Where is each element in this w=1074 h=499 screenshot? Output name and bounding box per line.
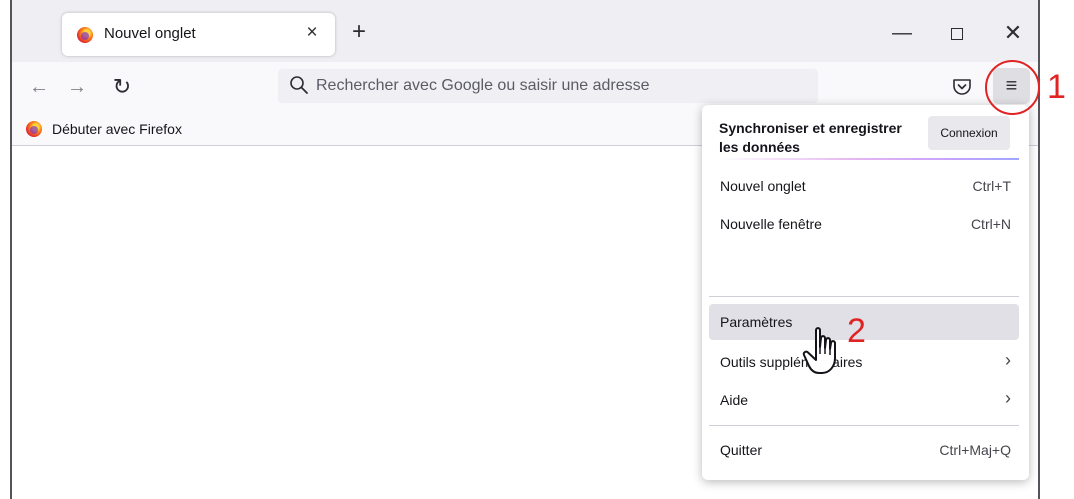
tab-strip: Nouvel onglet × + — ✕ <box>12 0 1038 62</box>
url-bar[interactable] <box>278 69 818 103</box>
annotation-step-1: 1 <box>1047 68 1066 106</box>
menu-separator <box>709 296 1019 297</box>
connect-button[interactable]: Connexion <box>928 116 1010 150</box>
bookmark-getting-started[interactable]: Débuter avec Firefox <box>52 121 182 137</box>
menu-separator <box>709 425 1019 426</box>
minimize-button[interactable]: — <box>888 19 916 47</box>
new-tab-button[interactable]: + <box>345 18 373 46</box>
chevron-right-icon: › <box>1005 388 1011 408</box>
menu-item-label: Nouvelle fenêtre <box>720 216 822 232</box>
chevron-right-icon: › <box>1005 350 1011 370</box>
tab-title: Nouvel onglet <box>104 25 196 42</box>
menu-item-quit[interactable]: Quitter Ctrl+Maj+Q <box>709 432 1019 468</box>
menu-item-help[interactable]: Aide › <box>709 382 1019 418</box>
menu-item-label: Quitter <box>720 442 763 458</box>
pocket-icon[interactable] <box>951 76 973 98</box>
maximize-button[interactable] <box>943 19 971 47</box>
firefox-logo-icon <box>77 27 93 43</box>
sync-title: Synchroniser et enregistrer les données <box>719 120 902 155</box>
sync-divider <box>719 158 1019 160</box>
hand-cursor-icon <box>802 327 836 374</box>
app-menu-panel: Synchroniser et enregistrer les données … <box>702 105 1029 480</box>
url-input[interactable] <box>316 69 806 103</box>
maximize-icon <box>951 27 963 40</box>
forward-button[interactable]: → <box>64 74 90 100</box>
menu-item-label: Aide <box>720 392 749 408</box>
firefox-logo-icon <box>26 121 42 137</box>
search-icon <box>290 76 308 94</box>
annotation-step-2: 2 <box>847 312 866 350</box>
back-button[interactable]: ← <box>26 74 52 100</box>
close-window-button[interactable]: ✕ <box>999 19 1027 47</box>
menu-item-label: Nouvel onglet <box>720 178 806 194</box>
menu-item-shortcut: Ctrl+N <box>970 216 1011 232</box>
menu-item-new-tab[interactable]: Nouvel onglet Ctrl+T <box>709 168 1019 204</box>
annotation-circle <box>985 60 1040 115</box>
menu-item-shortcut: Ctrl+T <box>972 178 1012 194</box>
menu-item-label: Paramètres <box>720 314 793 330</box>
tab-close-icon[interactable]: × <box>300 21 324 45</box>
reload-button[interactable]: ↻ <box>109 74 135 100</box>
tab-new-tab[interactable]: Nouvel onglet × <box>62 13 335 56</box>
menu-item-shortcut: Ctrl+Maj+Q <box>939 442 1011 458</box>
menu-item-new-window[interactable]: Nouvelle fenêtre Ctrl+N <box>709 206 1019 242</box>
